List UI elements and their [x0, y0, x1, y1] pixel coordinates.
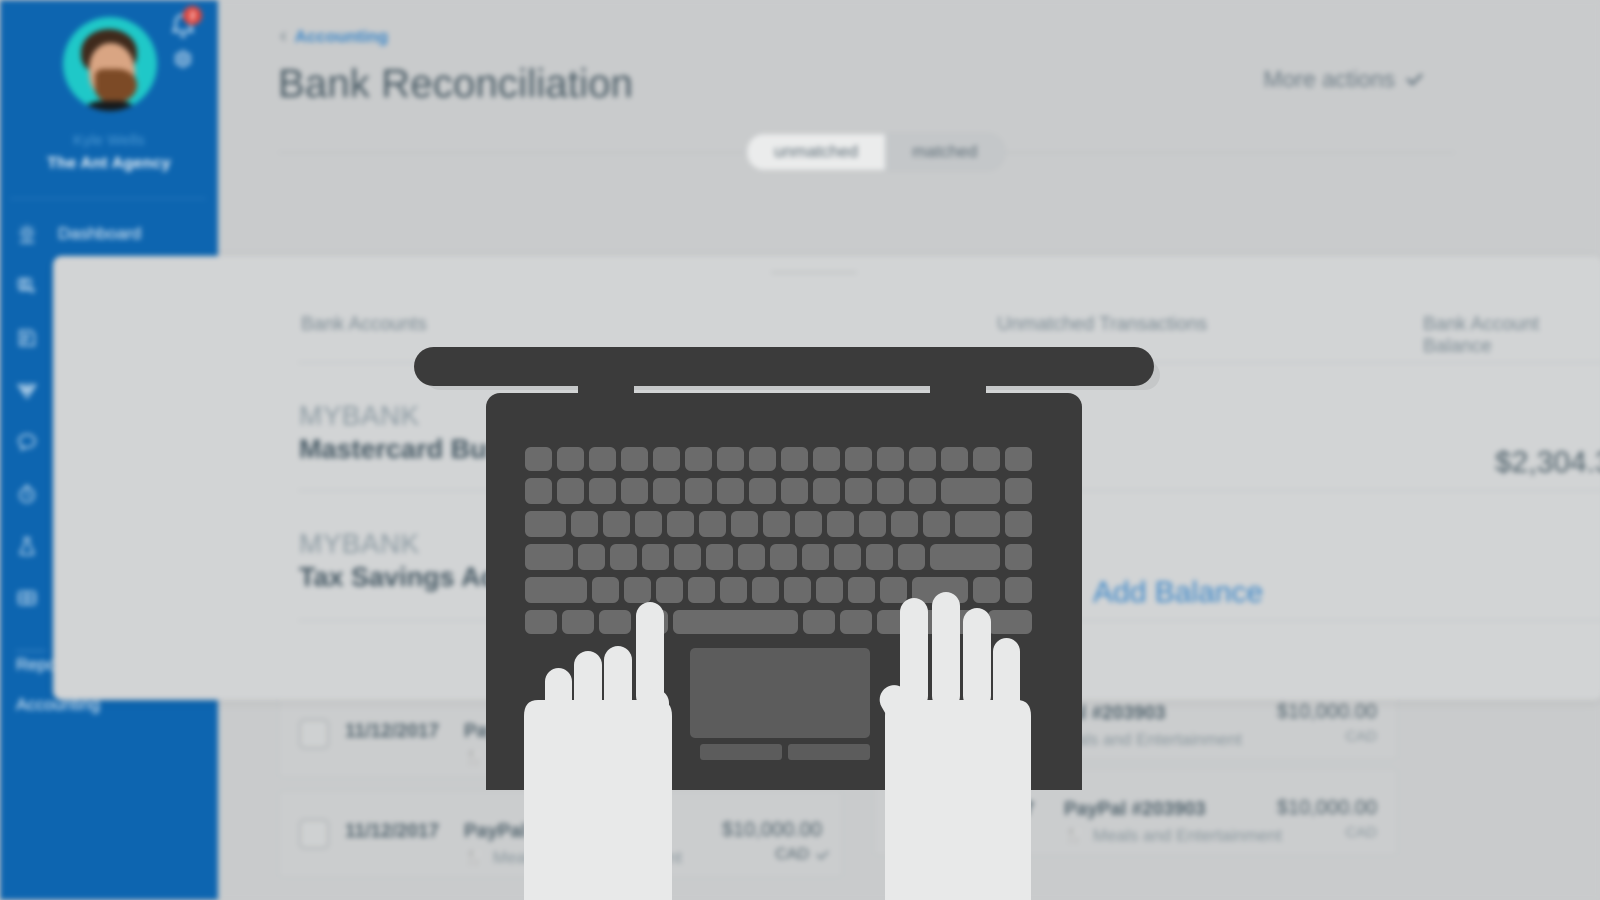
screen-root: { "brand": { "sidebar_blue": "#0d65b0", …	[0, 0, 1600, 900]
laptop-illustration	[414, 347, 1160, 900]
laptop-screen-lid	[414, 347, 1154, 386]
laptop-trackpad-button-left	[700, 744, 782, 760]
laptop-trackpad	[690, 648, 870, 738]
laptop-trackpad-button-right	[788, 744, 870, 760]
